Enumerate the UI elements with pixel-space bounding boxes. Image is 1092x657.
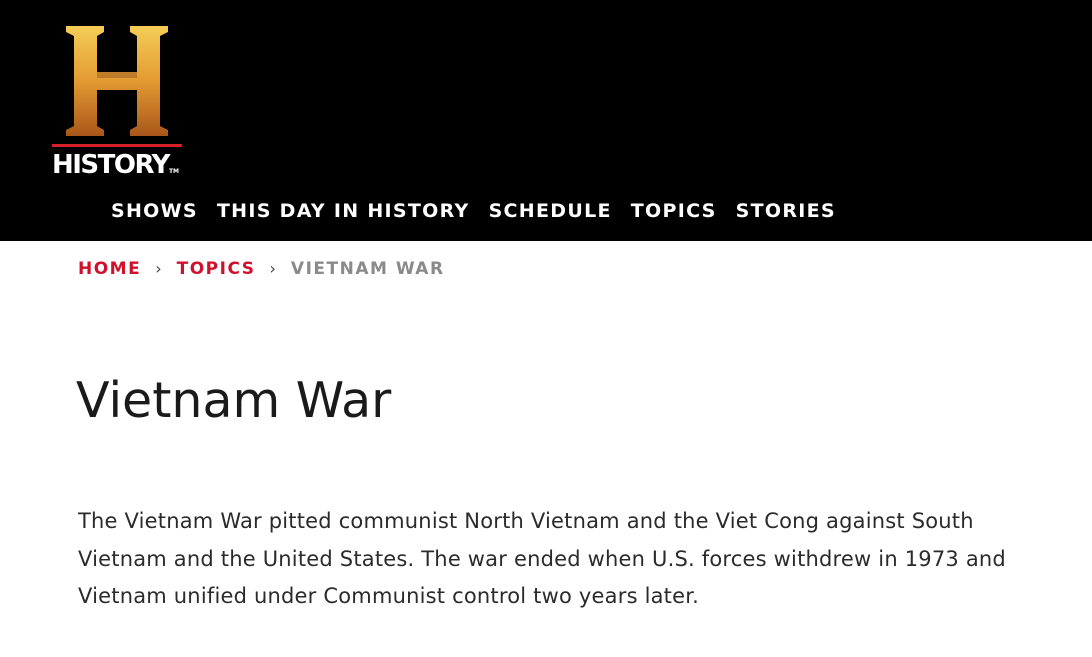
logo-rule [52,144,182,147]
history-logo[interactable]: HISTORYTM [52,24,184,182]
topic-intro: The Vietnam War pitted communist North V… [78,509,1006,608]
breadcrumb-current: VIETNAM WAR [290,259,445,279]
history-h-logo-icon [66,26,168,136]
page-title: Vietnam War [76,372,392,429]
breadcrumb-topics[interactable]: TOPICS [177,259,256,279]
chevron-right-icon: › [269,259,276,278]
breadcrumb: HOME › TOPICS › VIETNAM WAR [78,257,445,281]
main-nav: SHOWS THIS DAY IN HISTORY SCHEDULE TOPIC… [111,196,855,226]
site-header: HISTORYTM SHOWS THIS DAY IN HISTORY SCHE… [0,0,1092,241]
nav-this-day-in-history[interactable]: THIS DAY IN HISTORY [217,200,470,222]
nav-shows[interactable]: SHOWS [111,200,198,222]
logo-wordmark: HISTORYTM [52,150,180,180]
nav-topics[interactable]: TOPICS [631,200,717,222]
logo-trademark: TM [168,168,180,175]
chevron-right-icon: › [155,259,162,278]
nav-stories[interactable]: STORIES [736,200,836,222]
nav-schedule[interactable]: SCHEDULE [489,200,612,222]
breadcrumb-home[interactable]: HOME [78,259,141,279]
